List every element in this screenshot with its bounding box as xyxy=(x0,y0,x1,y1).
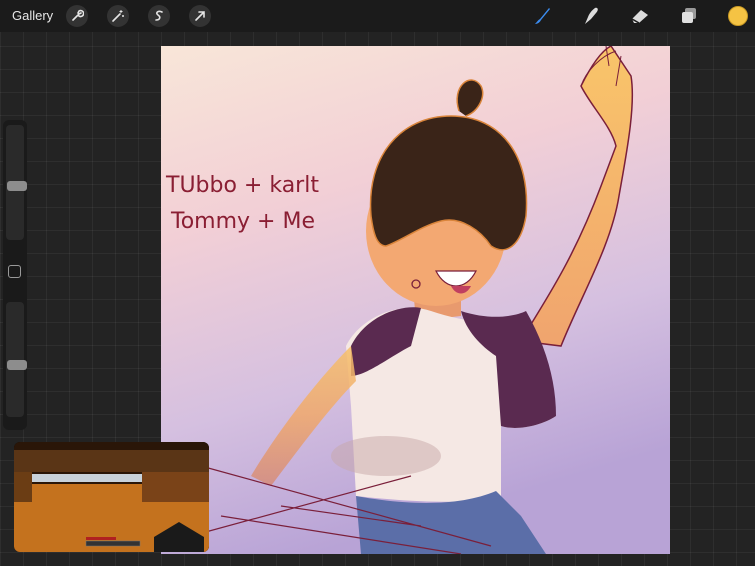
eraser-icon[interactable] xyxy=(629,5,651,27)
transform-arrow-icon[interactable] xyxy=(189,5,211,27)
layers-icon[interactable] xyxy=(678,5,700,27)
handwriting-line-2: Tommy + Me xyxy=(170,209,315,234)
artwork: TUbbo + karlt Tommy + Me xyxy=(161,46,670,554)
smudge-icon[interactable] xyxy=(580,5,602,27)
opacity-slider[interactable] xyxy=(6,302,27,417)
magic-wand-icon[interactable] xyxy=(107,5,129,27)
brush-size-slider[interactable] xyxy=(6,125,27,240)
top-toolbar: Gallery xyxy=(0,0,755,32)
drawing-canvas[interactable]: TUbbo + karlt Tommy + Me xyxy=(161,46,670,554)
gallery-button[interactable]: Gallery xyxy=(12,8,53,23)
pip-video-overlay[interactable] xyxy=(14,442,209,552)
handwriting-line-1: TUbbo + karlt xyxy=(165,173,319,198)
opacity-thumb[interactable] xyxy=(7,360,27,370)
brush-sidebar xyxy=(3,120,27,430)
minecraft-game-frame xyxy=(14,442,209,552)
modify-button[interactable] xyxy=(8,265,21,278)
wrench-icon[interactable] xyxy=(66,5,88,27)
selection-icon[interactable] xyxy=(148,5,170,27)
brush-size-thumb[interactable] xyxy=(7,181,27,191)
color-picker-button[interactable] xyxy=(728,6,748,26)
brush-icon[interactable] xyxy=(531,5,553,27)
